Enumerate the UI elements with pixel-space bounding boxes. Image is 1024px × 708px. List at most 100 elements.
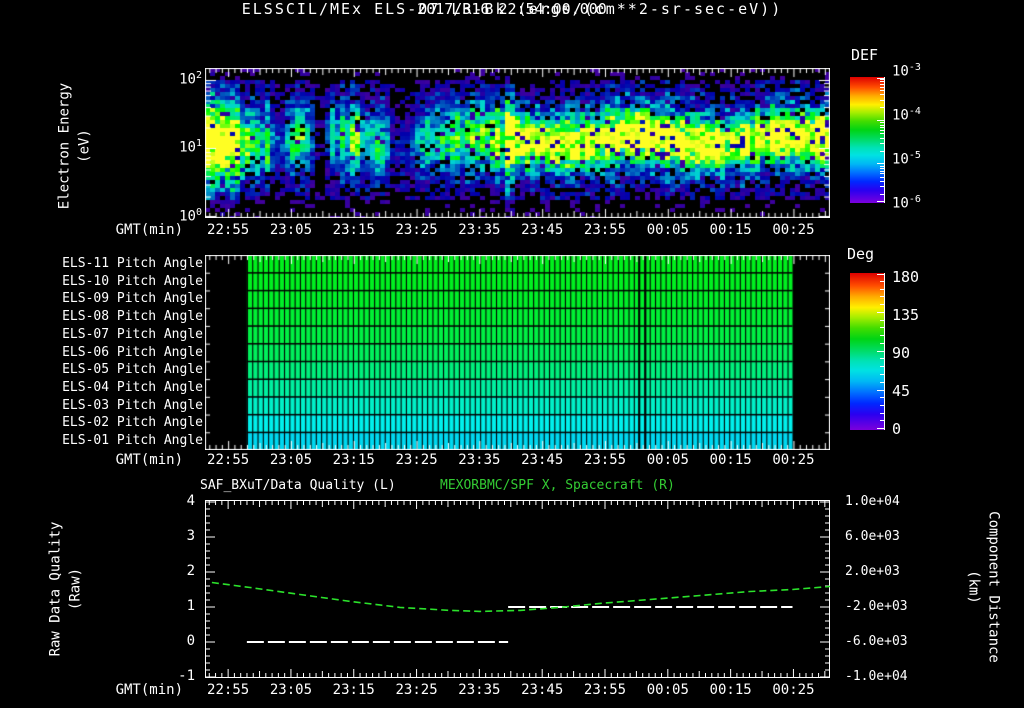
bottom-right-series-title: MEXORBMC/SPF X, Spacecraft (R): [440, 478, 675, 493]
colorbar-tick: [880, 397, 884, 398]
quality-tick-label: 4: [163, 493, 195, 509]
energy-tick-label: 101: [168, 138, 202, 156]
colorbar-tick: [880, 130, 884, 131]
energy-tick-label: 102: [168, 70, 202, 88]
pitch-angle-panel: [205, 255, 830, 450]
time-tick-label: 00:15: [700, 452, 762, 468]
colorbar-tick: [880, 125, 884, 126]
deg-colorbar-title: Deg: [847, 245, 874, 263]
quality-tick-label: 0: [163, 633, 195, 649]
colorbar-tick: [880, 151, 884, 152]
pitch-row-label: ELS-05 Pitch Angle: [55, 362, 203, 377]
quality-tick-label: 1: [163, 598, 195, 614]
pitch-row-label: ELS-01 Pitch Angle: [55, 433, 203, 448]
colorbar-tick: [877, 163, 884, 164]
time-tick-label: 23:25: [386, 452, 448, 468]
quality-tick-label: 2: [163, 563, 195, 579]
def-colorbar-tick-label: 10-6: [892, 194, 921, 212]
colorbar-tick: [880, 171, 884, 172]
distance-tick-label: -6.0e+03: [845, 634, 908, 649]
time-tick-label: 23:45: [511, 682, 573, 698]
deg-colorbar-tick-label: 45: [892, 382, 910, 400]
bottom-left-series-title: SAF_BXuT/Data Quality (L): [200, 478, 396, 493]
colorbar-tick: [880, 122, 884, 123]
colorbar-tick: [880, 87, 884, 88]
colorbar-tick: [880, 320, 884, 321]
colorbar-tick: [880, 405, 884, 406]
def-colorbar-tick-label: 10-3: [892, 62, 921, 80]
distance-tick-label: 1.0e+04: [845, 494, 900, 509]
pitch-row-label: ELS-03 Pitch Angle: [55, 398, 203, 413]
colorbar-tick: [880, 166, 884, 167]
pitch-row-label: ELS-08 Pitch Angle: [55, 309, 203, 324]
colorbar-tick: [880, 289, 884, 290]
deg-colorbar-tick-label: 90: [892, 344, 910, 362]
time-tick-label: 00:15: [700, 682, 762, 698]
colorbar-tick: [880, 374, 884, 375]
time-tick-label: 22:55: [197, 452, 259, 468]
time-tick-label: 23:55: [574, 682, 636, 698]
colorbar-tick: [880, 366, 884, 367]
colorbar-tick: [880, 296, 884, 297]
energy-axis-label: Electron Energy (eV): [55, 83, 96, 209]
pitch-row-label: ELS-02 Pitch Angle: [55, 415, 203, 430]
colorbar-tick: [880, 90, 884, 91]
def-colorbar-tick-label: 10-4: [892, 106, 921, 124]
time-tick-label: 00:05: [637, 682, 699, 698]
time-tick-label: 22:55: [197, 682, 259, 698]
time-tick-label: 23:05: [260, 222, 322, 238]
colorbar-tick: [880, 343, 884, 344]
time-tick-label: 00:25: [762, 222, 824, 238]
colorbar-tick: [880, 168, 884, 169]
colorbar-tick: [880, 358, 884, 359]
colorbar-tick: [880, 79, 884, 80]
deg-colorbar-tick-label: 135: [892, 306, 919, 324]
energy-tick-label: 100: [168, 207, 202, 225]
electron-energy-spectrogram: [205, 68, 830, 218]
colorbar-tick: [880, 107, 884, 108]
distance-tick-label: -1.0e+04: [845, 669, 908, 684]
time-tick-label: 23:35: [448, 222, 510, 238]
distance-tick-label: 2.0e+03: [845, 564, 900, 579]
def-colorbar: [850, 77, 885, 203]
colorbar-tick: [880, 181, 884, 182]
def-colorbar-tick-label: 10-5: [892, 150, 921, 168]
gmt-axis-label-1: GMT(min): [98, 452, 183, 468]
colorbar-tick: [877, 351, 884, 352]
quality-axis-label: Raw Data Quality (Raw): [46, 522, 87, 657]
colorbar-tick: [880, 100, 884, 101]
distance-tick-label: -2.0e+03: [845, 599, 908, 614]
time-tick-label: 00:05: [637, 222, 699, 238]
colorbar-tick: [880, 177, 884, 178]
pitch-row-label: ELS-07 Pitch Angle: [55, 327, 203, 342]
time-tick-label: 23:25: [386, 222, 448, 238]
colorbar-tick: [880, 81, 884, 82]
deg-colorbar-tick-label: 180: [892, 268, 919, 286]
time-tick-label: 00:15: [700, 222, 762, 238]
plot-screen: 2017/316 22:54:00.000 ELSSCIL/MEx ELS-07…: [0, 0, 1024, 708]
time-tick-label: 23:15: [323, 452, 385, 468]
time-tick-label: 23:15: [323, 222, 385, 238]
colorbar-tick: [880, 133, 884, 134]
colorbar-tick: [880, 420, 884, 421]
time-tick-label: 23:05: [260, 452, 322, 468]
colorbar-tick: [880, 304, 884, 305]
time-tick-label: 23:55: [574, 452, 636, 468]
time-tick-label: 00:25: [762, 452, 824, 468]
colorbar-tick: [880, 94, 884, 95]
pitch-row-label: ELS-04 Pitch Angle: [55, 380, 203, 395]
time-tick-label: 23:45: [511, 222, 573, 238]
distance-axis-label: Component Distance (km): [963, 511, 1004, 663]
plot-main-title: ELSSCIL/MEx ELS-07 LR-Bk (ergs/(cm**2-sr…: [0, 0, 1024, 18]
time-tick-label: 23:55: [574, 222, 636, 238]
pitch-row-label: ELS-09 Pitch Angle: [55, 291, 203, 306]
pitch-row-label: ELS-11 Pitch Angle: [55, 256, 203, 271]
pitch-row-label: ELS-10 Pitch Angle: [55, 274, 203, 289]
colorbar-tick: [880, 173, 884, 174]
colorbar-tick: [880, 335, 884, 336]
colorbar-tick: [877, 274, 884, 275]
time-tick-label: 00:05: [637, 452, 699, 468]
colorbar-tick: [880, 84, 884, 85]
time-tick-label: 00:25: [762, 682, 824, 698]
deg-colorbar-tick-label: 0: [892, 420, 901, 438]
